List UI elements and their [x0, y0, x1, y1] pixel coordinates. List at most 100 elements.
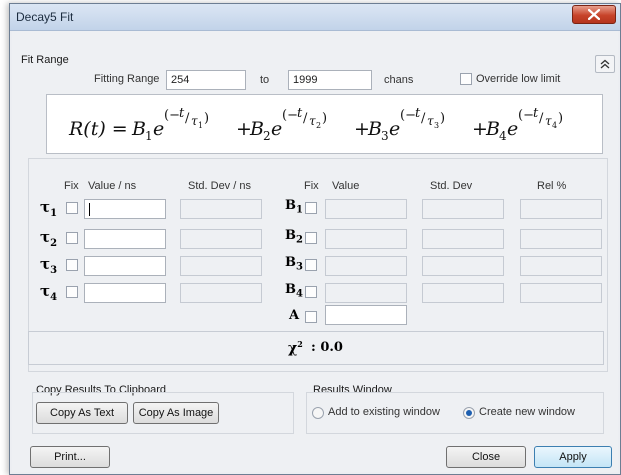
collapse-button[interactable]: [595, 55, 615, 73]
exponent-close: ): [322, 111, 327, 126]
exponent-slash: /: [185, 111, 190, 126]
exponential-e: e: [153, 118, 164, 140]
b-value-header: Value: [332, 180, 360, 192]
fitting-range-label: Fitting Range: [94, 73, 160, 85]
coefficient-index: 1: [145, 129, 153, 143]
chi-squared-value: : 0.0: [311, 340, 343, 355]
tau-4-value-input[interactable]: [84, 283, 166, 303]
exponent-tau: τ: [427, 114, 434, 128]
tau-3-fix-checkbox[interactable]: [66, 259, 78, 271]
tau-1-value-input[interactable]: [84, 199, 166, 219]
range-end-input[interactable]: [288, 70, 372, 90]
b-4-value-field: [325, 283, 407, 303]
tau-2-std-field: [180, 229, 262, 249]
exponential-e: e: [507, 118, 518, 140]
exponential-e: e: [271, 118, 282, 140]
b-3-value-field: [325, 256, 407, 276]
exponent-tau-index: 2: [316, 121, 321, 130]
tau-3-label: τ3: [40, 255, 58, 276]
exponent-slash: /: [303, 111, 308, 126]
exponent-open: (−: [400, 108, 416, 123]
exponent-open: (−: [518, 108, 534, 123]
chi-exponent: 2: [297, 339, 303, 349]
b-1-std-field: [422, 199, 504, 219]
equation-term-2: +B 2 e(− t / τ 2): [236, 106, 327, 143]
chi-squared-label: χ2: [288, 339, 303, 357]
override-low-limit-checkbox[interactable]: [460, 73, 472, 85]
tau-fix-header: Fix: [64, 180, 79, 192]
close-x-icon: [588, 9, 600, 20]
close-button[interactable]: Close: [446, 446, 526, 468]
exponent-tau-index: 3: [434, 121, 439, 130]
b-rel-header: Rel %: [537, 180, 567, 192]
tau-1-fix-checkbox[interactable]: [66, 202, 78, 214]
b-3-std-field: [422, 256, 504, 276]
b-3-fix-checkbox[interactable]: [305, 259, 317, 271]
b-std-header: Std. Dev: [430, 180, 473, 192]
b-4-fix-checkbox[interactable]: [305, 286, 317, 298]
tau-2-value-input[interactable]: [84, 229, 166, 249]
coefficient-B: B: [131, 118, 146, 140]
tau-3-value-input[interactable]: [84, 256, 166, 276]
exponent-tau: τ: [309, 114, 316, 128]
to-label: to: [260, 74, 270, 86]
b-4-label: B4: [285, 282, 303, 300]
create-new-window-radio[interactable]: [463, 407, 475, 419]
a-value-input[interactable]: [325, 305, 407, 325]
b-fix-header: Fix: [304, 180, 319, 192]
apply-button[interactable]: Apply: [534, 446, 612, 468]
window-title: Decay5 Fit: [16, 10, 74, 24]
chans-label: chans: [384, 74, 414, 86]
b-2-std-field: [422, 229, 504, 249]
equation-lhs: R(t) =: [68, 118, 128, 140]
tau-4-label: τ4: [40, 282, 58, 303]
copy-as-text-button[interactable]: Copy As Text: [36, 402, 128, 424]
tau-std-header: Std. Dev / ns: [188, 180, 251, 192]
decay-equation: R(t) = B 1 e(− t / τ 1) +B 2 e(− t / τ 2) +B 3 e(− t / τ 3) +…: [68, 106, 563, 143]
b-1-rel-field: [520, 199, 602, 219]
b-1-fix-checkbox[interactable]: [305, 202, 317, 214]
tau-1-std-field: [180, 199, 262, 219]
exponent-tau-index: 4: [552, 121, 557, 130]
create-new-window-label: Create new window: [479, 406, 575, 418]
fit-range-title: Fit Range: [21, 54, 69, 66]
b-2-label: B2: [285, 228, 303, 246]
equation-term-4: +B 4 e(− t / τ 4): [472, 106, 563, 143]
tau-value-header: Value / ns: [88, 180, 137, 192]
equation-term-3: +B 3 e(− t / τ 3): [354, 106, 445, 143]
exponent-close: ): [440, 111, 445, 126]
exponent-slash: /: [421, 111, 426, 126]
exponential-e: e: [389, 118, 400, 140]
coefficient-B: B: [249, 118, 264, 140]
b-2-fix-checkbox[interactable]: [305, 232, 317, 244]
range-start-input[interactable]: [166, 70, 246, 90]
a-fix-checkbox[interactable]: [305, 311, 317, 323]
coefficient-index: 3: [381, 129, 389, 143]
window-close-button[interactable]: [572, 5, 616, 24]
b-4-std-field: [422, 283, 504, 303]
tau-3-std-field: [180, 256, 262, 276]
override-low-limit-label: Override low limit: [476, 73, 561, 85]
exponent-tau: τ: [191, 114, 198, 128]
tau-2-fix-checkbox[interactable]: [66, 232, 78, 244]
exponent-open: (−: [282, 108, 298, 123]
a-label: A: [289, 308, 300, 323]
tau-4-fix-checkbox[interactable]: [66, 286, 78, 298]
add-to-existing-radio[interactable]: [312, 407, 324, 419]
exponent-close: ): [558, 111, 563, 126]
coefficient-B: B: [367, 118, 382, 140]
title-bar[interactable]: Decay5 Fit: [10, 4, 620, 31]
b-3-rel-field: [520, 256, 602, 276]
copy-as-image-button[interactable]: Copy As Image: [133, 402, 219, 424]
b-3-label: B3: [285, 255, 303, 273]
chi-symbol: χ: [288, 340, 298, 357]
exponent-tau-index: 1: [198, 121, 203, 130]
print-button[interactable]: Print...: [30, 446, 110, 468]
text-caret: [89, 203, 90, 216]
tau-4-std-field: [180, 283, 262, 303]
coefficient-index: 4: [499, 129, 507, 143]
chi-squared-panel: χ2 : 0.0: [28, 331, 604, 365]
exponent-close: ): [204, 111, 209, 126]
formula-panel: R(t) = B 1 e (− t / τ 1) + B 2 e (− t / τ 2) + B 3 e (− t / τ 3) +…: [46, 94, 603, 154]
exponent-tau: τ: [545, 114, 552, 128]
